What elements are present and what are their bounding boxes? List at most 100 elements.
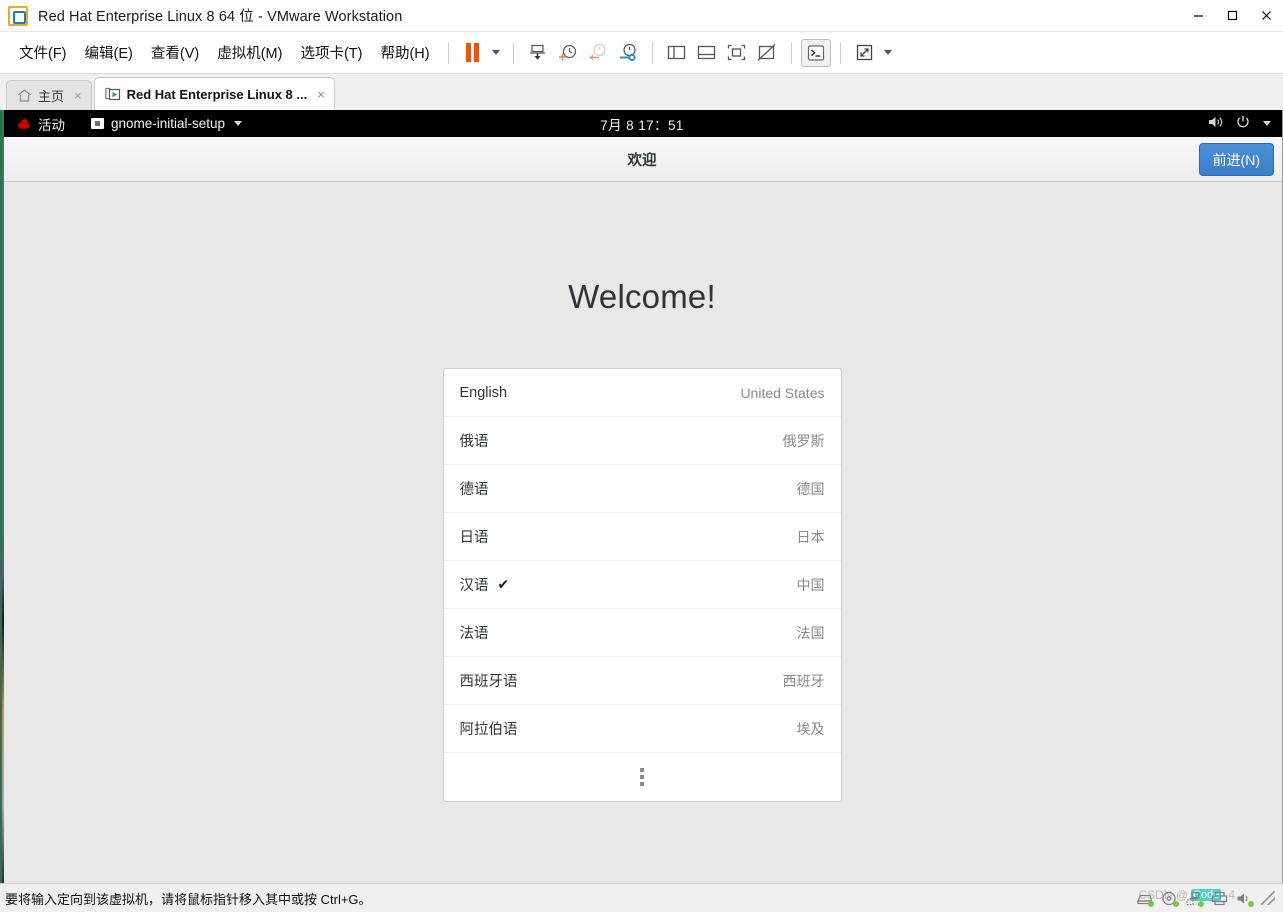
setup-header-bar: 欢迎 前进(N) (2, 137, 1282, 182)
show-more-languages-button[interactable] (444, 753, 841, 801)
pause-icon (466, 43, 480, 62)
suspend-button[interactable] (458, 39, 488, 67)
window-controls (1181, 0, 1283, 31)
fit-window-icon (727, 44, 746, 61)
manage-snapshots-button[interactable] (613, 39, 643, 67)
volume-icon (1208, 115, 1225, 132)
menu-edit[interactable]: 编辑(E) (76, 38, 142, 67)
tab-vm-label: Red Hat Enterprise Linux 8 ... (126, 86, 308, 102)
console-view-button[interactable] (800, 38, 831, 67)
stretch-guest-button[interactable] (752, 39, 782, 67)
chevron-down-icon (1263, 121, 1271, 126)
gnome-top-bar: 活动 gnome-initial-setup 7月 8 17：51 (2, 110, 1282, 137)
screen-edge-strip (2, 110, 4, 883)
power-icon (1236, 115, 1250, 132)
menu-tabs[interactable]: 选项卡(T) (291, 38, 371, 67)
maximize-button[interactable] (1215, 0, 1249, 31)
more-vertical-icon (640, 768, 644, 786)
tab-home-close[interactable]: × (74, 88, 82, 103)
tab-home[interactable]: 主页 × (6, 80, 92, 110)
fullscreen-button[interactable] (850, 39, 880, 67)
language-name: 法语 (459, 626, 489, 642)
status-device-icons (1136, 891, 1283, 907)
language-name: 西班牙语 (459, 674, 518, 690)
take-snapshot-button[interactable] (553, 39, 583, 67)
sound-card-icon[interactable] (1236, 891, 1254, 907)
language-country: 埃及 (796, 720, 825, 737)
gnome-activities-area[interactable]: 活动 (2, 114, 65, 134)
language-country: United States (740, 384, 825, 401)
next-button[interactable]: 前进(N) (1198, 143, 1274, 176)
power-dropdown[interactable] (488, 39, 504, 67)
printer-icon[interactable] (1211, 891, 1228, 906)
guest-screen[interactable]: 活动 gnome-initial-setup 7月 8 17：51 欢迎 前进(… (0, 110, 1283, 883)
chevron-down-icon (234, 121, 243, 126)
tab-vm[interactable]: Red Hat Enterprise Linux 8 ... × (93, 77, 335, 110)
close-button[interactable] (1249, 0, 1283, 31)
window-titlebar: Red Hat Enterprise Linux 8 64 位 - VMware… (0, 0, 1283, 32)
show-thumbnail-bar-button[interactable] (692, 39, 722, 67)
snapshot-revert-icon (589, 43, 606, 61)
toolbar-separator (512, 41, 514, 64)
fullscreen-dropdown[interactable] (880, 39, 896, 67)
hard-disk-icon[interactable] (1136, 891, 1154, 907)
tab-vm-close[interactable]: × (317, 87, 325, 102)
cd-dvd-icon[interactable] (1161, 891, 1179, 907)
status-message: 要将输入定向到该虚拟机，请将鼠标指针移入其中或按 Ctrl+G。 (5, 891, 372, 907)
tab-strip: 主页 × Red Hat Enterprise Linux 8 ... × (0, 74, 1283, 110)
list-item[interactable]: English United States (443, 369, 841, 417)
home-icon (18, 89, 31, 102)
app-window-icon (91, 118, 104, 129)
menu-toolbar: 文件(F) 编辑(E) 查看(V) 虚拟机(M) 选项卡(T) 帮助(H) (0, 32, 1283, 74)
language-name: 汉语 (459, 578, 489, 594)
language-name: English (459, 384, 508, 401)
show-sidebar-button[interactable] (662, 39, 692, 67)
vm-running-icon (104, 87, 120, 100)
fit-guest-button[interactable] (722, 39, 752, 67)
language-country: 俄罗斯 (782, 432, 825, 449)
expand-arrows-icon (856, 44, 873, 61)
toolbar-separator (839, 41, 841, 64)
toolbar-separator (651, 41, 653, 64)
minimize-button[interactable] (1181, 0, 1215, 31)
resize-grip-icon[interactable] (1261, 891, 1275, 905)
tab-home-label: 主页 (38, 89, 65, 104)
snapshot-add-icon (559, 44, 577, 61)
list-item[interactable]: 日语 日本 (443, 513, 841, 561)
language-name: 德语 (459, 482, 489, 498)
terminal-icon (807, 44, 824, 61)
chevron-down-icon (883, 50, 892, 55)
list-item[interactable]: 阿拉伯语 埃及 (443, 705, 841, 753)
menu-help[interactable]: 帮助(H) (371, 38, 438, 67)
gnome-app-menu[interactable]: gnome-initial-setup (91, 116, 243, 131)
toolbar-separator (790, 41, 792, 64)
list-item[interactable]: 法语 法国 (443, 609, 841, 657)
menu-vm[interactable]: 虚拟机(M) (208, 38, 291, 67)
check-icon: ✔ (497, 576, 510, 592)
language-country: 日本 (796, 528, 825, 545)
revert-snapshot-button[interactable] (583, 39, 613, 67)
panel-left-icon (667, 45, 686, 60)
language-country: 西班牙 (782, 672, 825, 689)
list-item[interactable]: 西班牙语 西班牙 (443, 657, 841, 705)
list-item[interactable]: 德语 德国 (443, 465, 841, 513)
snapshot-save-icon (530, 44, 546, 60)
welcome-content: Welcome! English United States 俄语 俄罗斯 德语… (2, 182, 1282, 883)
snapshot-manager-button[interactable] (523, 39, 553, 67)
status-bar: 要将输入定向到该虚拟机，请将鼠标指针移入其中或按 Ctrl+G。 CSDN @ … (0, 883, 1283, 912)
window-title: Red Hat Enterprise Linux 8 64 位 - VMware… (38, 9, 403, 25)
network-adapter-icon[interactable] (1186, 891, 1204, 907)
menu-file[interactable]: 文件(F) (10, 38, 76, 67)
gnome-app-name: gnome-initial-setup (111, 116, 226, 131)
panel-bottom-icon (697, 45, 716, 60)
language-list[interactable]: English United States 俄语 俄罗斯 德语 德国 日语 日本… (442, 368, 842, 802)
language-country: 中国 (796, 576, 825, 593)
gnome-system-menu[interactable] (1208, 115, 1282, 132)
chevron-down-icon (491, 50, 500, 55)
language-name: 阿拉伯语 (459, 722, 518, 738)
list-item[interactable]: 俄语 俄罗斯 (443, 417, 841, 465)
list-item-selected[interactable]: 汉语 ✔ 中国 (443, 561, 841, 609)
language-name: 俄语 (459, 434, 489, 450)
menu-view[interactable]: 查看(V) (142, 38, 208, 67)
gnome-activities-label: 活动 (38, 117, 65, 133)
